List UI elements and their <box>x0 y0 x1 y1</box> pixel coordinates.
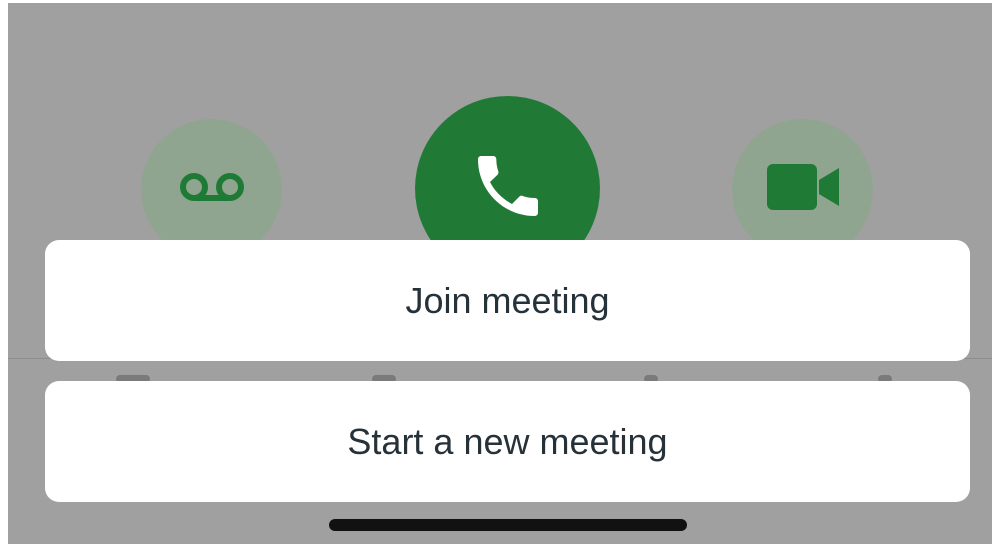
phone-icon <box>468 146 548 231</box>
home-indicator <box>329 519 687 531</box>
voicemail-button[interactable] <box>141 119 282 260</box>
start-new-meeting-button[interactable]: Start a new meeting <box>45 381 970 502</box>
join-meeting-button[interactable]: Join meeting <box>45 240 970 361</box>
video-call-button[interactable] <box>732 119 873 260</box>
voicemail-icon <box>179 172 245 207</box>
dialer-screen: Join meeting Start a new meeting <box>8 3 992 544</box>
video-camera-icon <box>766 164 839 215</box>
